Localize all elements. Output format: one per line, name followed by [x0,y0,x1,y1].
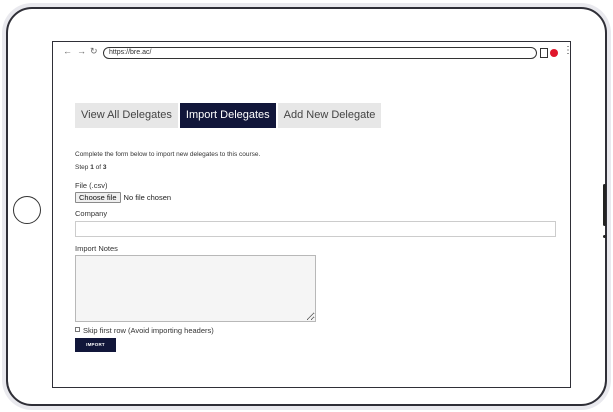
browser-toolbar: ← → ↻ https://bre.ac/ ⋮ [53,42,570,64]
reload-icon[interactable]: ↻ [90,46,98,57]
step-middle: of [93,164,103,171]
kebab-menu-icon[interactable]: ⋮ [563,45,570,56]
side-button[interactable] [603,184,606,226]
form-intro: Complete the form below to import new de… [75,151,261,158]
import-form: Complete the form below to import new de… [75,151,556,352]
step-total: 3 [102,164,107,171]
import-notes-field[interactable] [75,255,316,322]
file-input: Choose file No file chosen [75,192,555,203]
tablet-screen: ← → ↻ https://bre.ac/ ⋮ View All Delegat… [52,41,571,388]
file-label: File (.csv) [75,181,108,190]
step-prefix: Step [75,164,91,171]
back-arrow-icon[interactable]: ← [63,46,72,56]
step-indicator: Step 1 of 3 [75,164,555,171]
company-label: Company [75,209,108,218]
tab-view-all-delegates[interactable]: View All Delegates [75,103,178,128]
forward-arrow-icon[interactable]: → [77,46,86,56]
address-bar[interactable]: https://bre.ac/ [103,47,537,59]
company-field[interactable] [75,221,556,237]
no-file-text: No file chosen [123,193,172,202]
home-button[interactable] [13,196,41,224]
profile-avatar[interactable] [550,49,558,57]
choose-file-button[interactable]: Choose file [75,192,121,203]
import-button[interactable]: IMPORT [75,338,116,352]
skip-first-row-checkbox[interactable] [75,326,80,332]
camera-dot [603,235,606,238]
skip-first-row-label: Skip first row (Avoid importing headers) [83,326,214,335]
extension-icon[interactable] [540,48,548,58]
skip-first-row: Skip first row (Avoid importing headers) [75,326,555,335]
tab-add-new-delegate[interactable]: Add New Delegate [277,103,382,128]
delegate-tabs: View All Delegates Import Delegates Add … [75,103,382,128]
import-notes-label: Import Notes [75,244,118,253]
tab-import-delegates[interactable]: Import Delegates [179,103,276,128]
